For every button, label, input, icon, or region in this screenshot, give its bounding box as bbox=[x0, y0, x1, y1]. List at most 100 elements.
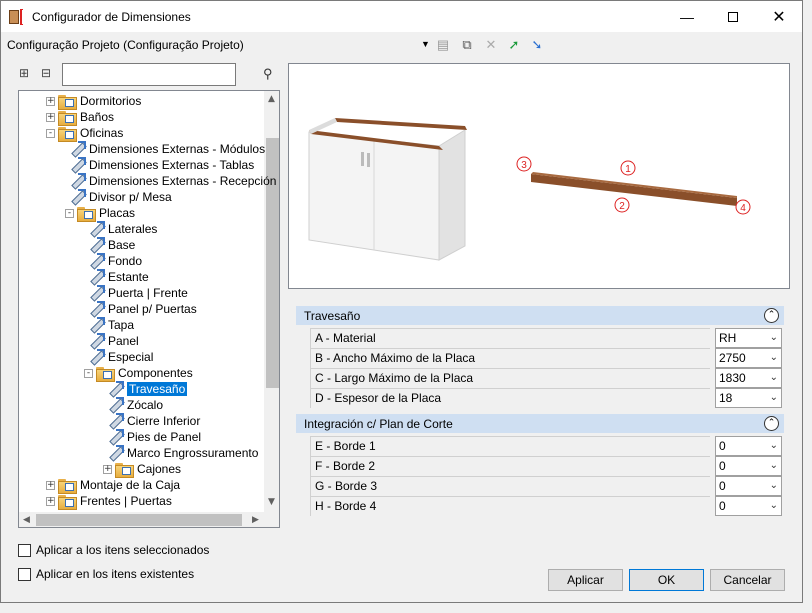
expand-icon[interactable]: + bbox=[46, 112, 55, 122]
copy-config-icon[interactable]: ⧉ bbox=[459, 37, 475, 53]
property-value-select[interactable]: 18 ⌄ bbox=[715, 388, 782, 408]
tree-item[interactable]: Estante bbox=[88, 269, 149, 285]
close-button[interactable]: ✕ bbox=[756, 1, 802, 32]
property-section-header[interactable]: Integración c/ Plan de Corte ⌃ bbox=[296, 414, 784, 433]
collapse-all-icon[interactable]: ⊟ bbox=[41, 66, 51, 80]
expand-all-icon[interactable]: ⊞ bbox=[19, 66, 29, 80]
tree-item[interactable]: Especial bbox=[88, 349, 153, 365]
scroll-down-icon[interactable]: ▼ bbox=[268, 497, 275, 507]
property-value-select[interactable]: 0 ⌄ bbox=[715, 496, 782, 516]
tree-item[interactable]: Zócalo bbox=[107, 397, 163, 413]
collapse-icon[interactable]: - bbox=[46, 128, 55, 138]
scroll-right-icon[interactable]: ▶ bbox=[252, 515, 259, 525]
apply-selected-option[interactable]: Aplicar a los itens seleccionados bbox=[18, 542, 209, 558]
config-dropdown-icon[interactable]: ▼ bbox=[421, 39, 430, 49]
tree-item-label: Marco Engrossuramento bbox=[127, 446, 259, 460]
property-section-header[interactable]: Travesaño ⌃ bbox=[296, 306, 784, 325]
property-value-select[interactable]: 0 ⌄ bbox=[715, 436, 782, 456]
tree-item[interactable]: Fondo bbox=[88, 253, 142, 269]
tree-folder[interactable]: + Montaje de la Caja bbox=[46, 477, 180, 494]
dimension-config-icon bbox=[88, 333, 104, 349]
tree-item[interactable]: Dimensiones Externas - Módulos bbox=[69, 141, 265, 157]
tree-item[interactable]: Base bbox=[88, 237, 135, 253]
tree-item[interactable]: Dimensiones Externas - Tablas bbox=[69, 157, 254, 173]
minimize-button[interactable]: — bbox=[664, 1, 710, 32]
tree-horizontal-thumb[interactable] bbox=[36, 514, 242, 526]
tree-search-input[interactable] bbox=[62, 63, 236, 86]
tree-item[interactable]: Dimensiones Externas - Recepción bbox=[69, 173, 276, 189]
collapse-section-icon[interactable]: ⌃ bbox=[764, 416, 779, 431]
tree-item[interactable]: Puerta | Frente bbox=[88, 285, 188, 301]
property-value: 0 bbox=[719, 439, 726, 453]
dimension-config-icon bbox=[69, 189, 85, 205]
chevron-down-icon[interactable]: ⌄ bbox=[770, 349, 778, 367]
import-config-icon[interactable]: ➘ bbox=[529, 37, 545, 53]
property-value-select[interactable]: 2750 ⌄ bbox=[715, 348, 782, 368]
maximize-button[interactable] bbox=[710, 1, 756, 32]
tree-folder[interactable]: - Placas bbox=[65, 205, 135, 222]
tree-item[interactable]: Panel p/ Puertas bbox=[88, 301, 197, 317]
apply-existing-option[interactable]: Aplicar en los itens existentes bbox=[18, 566, 194, 582]
dimension-config-icon bbox=[107, 397, 123, 413]
tree-vertical-scrollbar[interactable]: ▲ ▼ bbox=[264, 91, 279, 512]
expand-icon[interactable]: + bbox=[103, 464, 112, 474]
property-name: G - Borde 3 bbox=[310, 476, 710, 496]
chevron-down-icon[interactable]: ⌄ bbox=[770, 369, 778, 387]
property-value-select[interactable]: RH ⌄ bbox=[715, 328, 782, 348]
tree-item[interactable]: Marco Engrossuramento bbox=[107, 445, 258, 461]
scroll-up-icon[interactable]: ▲ bbox=[268, 94, 275, 104]
chevron-down-icon[interactable]: ⌄ bbox=[770, 497, 778, 515]
dimension-config-icon bbox=[107, 413, 123, 429]
delete-config-icon[interactable]: ✕ bbox=[483, 37, 499, 53]
expand-icon[interactable]: + bbox=[46, 496, 55, 506]
tree-folder[interactable]: + Frentes | Puertas bbox=[46, 493, 172, 510]
folder-icon bbox=[58, 126, 77, 142]
tree-folder[interactable]: - Componentes bbox=[84, 365, 193, 382]
expand-icon[interactable]: + bbox=[46, 480, 55, 490]
ok-button[interactable]: OK bbox=[629, 569, 704, 591]
tree-folder[interactable]: + Cajones bbox=[103, 461, 181, 478]
tree-horizontal-scrollbar[interactable]: ◀ ▶ bbox=[19, 512, 279, 527]
folder-icon bbox=[115, 462, 134, 478]
tree-folder[interactable]: + Dormitorios bbox=[46, 93, 141, 110]
chevron-down-icon[interactable]: ⌄ bbox=[770, 437, 778, 455]
tree-item[interactable]: Laterales bbox=[88, 221, 157, 237]
app-icon bbox=[9, 8, 25, 25]
door-handle-left bbox=[361, 152, 364, 166]
tree-folder[interactable]: + Baños bbox=[46, 109, 114, 126]
collapse-section-icon[interactable]: ⌃ bbox=[764, 308, 779, 323]
property-value-select[interactable]: 0 ⌄ bbox=[715, 476, 782, 496]
property-row: C - Largo Máximo de la Placa 1830 ⌄ bbox=[296, 368, 784, 388]
save-config-icon[interactable]: ▤ bbox=[435, 37, 451, 53]
tree-item[interactable]: Travesaño bbox=[107, 381, 188, 397]
apply-button[interactable]: Aplicar bbox=[548, 569, 623, 591]
property-value: RH bbox=[719, 331, 737, 345]
property-value: 0 bbox=[719, 499, 726, 513]
scroll-left-icon[interactable]: ◀ bbox=[23, 515, 30, 525]
property-value-select[interactable]: 0 ⌄ bbox=[715, 456, 782, 476]
binoculars-search-icon[interactable]: ⚲ bbox=[263, 66, 273, 82]
export-config-icon[interactable]: ➚ bbox=[506, 37, 522, 53]
folder-icon bbox=[96, 366, 115, 382]
property-value-select[interactable]: 1830 ⌄ bbox=[715, 368, 782, 388]
apply-selected-checkbox[interactable] bbox=[18, 543, 31, 557]
cabinet-top-left bbox=[309, 118, 337, 134]
config-selector[interactable]: Configuração Projeto (Configuração Proje… bbox=[7, 38, 244, 52]
collapse-icon[interactable]: - bbox=[84, 368, 93, 378]
tree-item[interactable]: Tapa bbox=[88, 317, 134, 333]
tree-item-label: Dimensiones Externas - Recepción bbox=[89, 174, 277, 188]
tree-item[interactable]: Pies de Panel bbox=[107, 429, 201, 445]
tree-item[interactable]: Cierre Inferior bbox=[107, 413, 200, 429]
tree-item[interactable]: Panel bbox=[88, 333, 139, 349]
collapse-icon[interactable]: - bbox=[65, 208, 74, 218]
chevron-down-icon[interactable]: ⌄ bbox=[770, 389, 778, 407]
expand-icon[interactable]: + bbox=[46, 96, 55, 106]
chevron-down-icon[interactable]: ⌄ bbox=[770, 329, 778, 347]
tree-folder[interactable]: - Oficinas bbox=[46, 125, 123, 142]
apply-existing-checkbox[interactable] bbox=[18, 567, 31, 581]
chevron-down-icon[interactable]: ⌄ bbox=[770, 477, 778, 495]
tree-item[interactable]: Divisor p/ Mesa bbox=[69, 189, 172, 205]
chevron-down-icon[interactable]: ⌄ bbox=[770, 457, 778, 475]
property-name: B - Ancho Máximo de la Placa bbox=[310, 348, 710, 368]
cancel-button[interactable]: Cancelar bbox=[710, 569, 785, 591]
